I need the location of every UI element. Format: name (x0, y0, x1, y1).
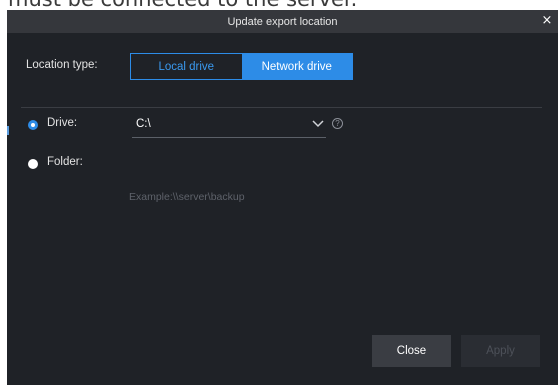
drive-label: Drive: (47, 117, 78, 129)
drive-radio[interactable] (28, 120, 38, 130)
dialog-title: Update export location (227, 15, 338, 28)
help-icon[interactable]: ? (332, 118, 343, 129)
dialog-titlebar: Update export location × (7, 10, 558, 33)
close-icon[interactable]: × (540, 13, 554, 29)
network-drive-option[interactable]: Network drive (241, 54, 352, 79)
update-export-location-dialog: Update export location × Location type: … (7, 10, 558, 385)
folder-path-input[interactable] (125, 185, 433, 209)
folder-radio[interactable] (28, 159, 38, 169)
background-page-text: must be connected to the server. (0, 0, 558, 10)
section-divider (21, 107, 542, 108)
folder-label: Folder: (47, 156, 83, 168)
drive-select-value: C:\ (136, 118, 151, 130)
chevron-down-icon (312, 120, 324, 128)
apply-button[interactable]: Apply (461, 335, 540, 367)
close-button[interactable]: Close (372, 335, 451, 367)
drive-select[interactable]: C:\ (132, 113, 326, 138)
location-type-label: Location type: (26, 59, 98, 71)
location-type-toggle: Local drive Network drive (130, 53, 353, 80)
focus-indicator (7, 126, 9, 135)
local-drive-option[interactable]: Local drive (131, 54, 242, 79)
